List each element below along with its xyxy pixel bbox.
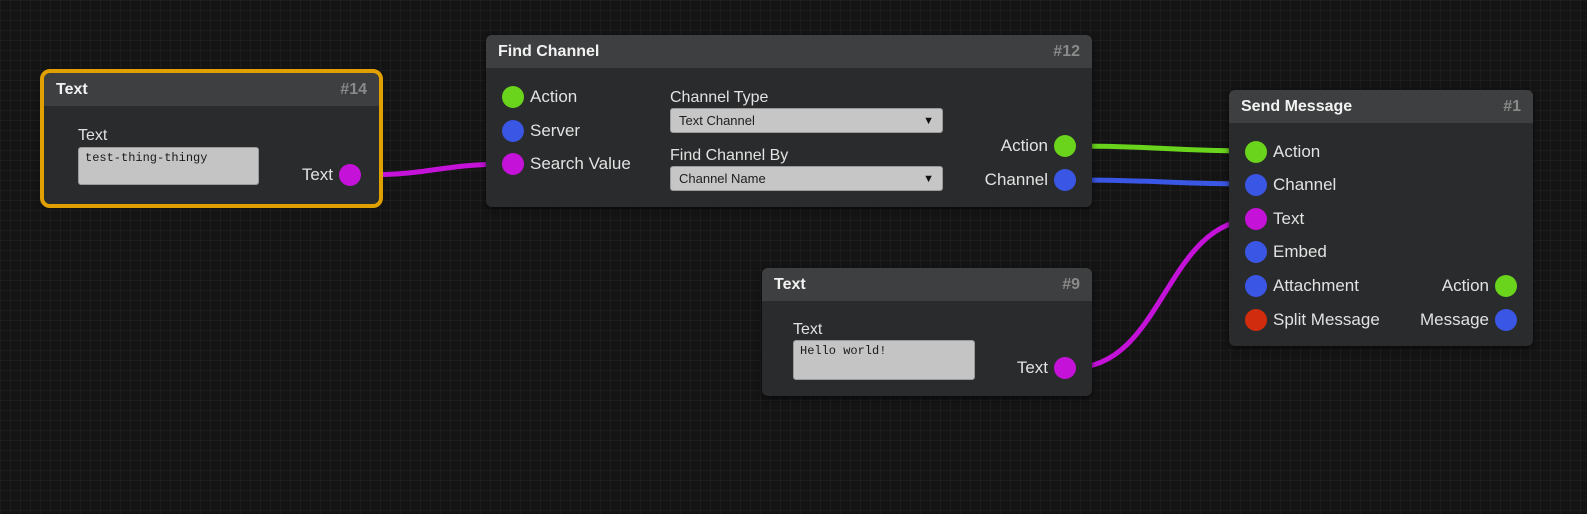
text-field-label: Text	[793, 321, 823, 338]
port-label: Embed	[1273, 242, 1327, 261]
select-value: Channel Name	[679, 171, 766, 186]
text-port-dot-icon[interactable]	[1245, 208, 1267, 230]
port-label: Channel	[1273, 175, 1337, 194]
port-label: Message	[1420, 310, 1489, 329]
port-label: Search Value	[530, 154, 631, 173]
node-id: #1	[1503, 97, 1521, 115]
action-port-dot-icon[interactable]	[1245, 141, 1267, 163]
input-port-server[interactable]: Server	[502, 120, 580, 142]
input-port-channel[interactable]: Channel	[1245, 174, 1336, 196]
port-label: Channel	[984, 170, 1048, 189]
text-field-label: Text	[78, 127, 108, 144]
node-id: #14	[340, 80, 367, 98]
input-port-action[interactable]: Action	[1245, 141, 1320, 163]
embed-port-dot-icon[interactable]	[1245, 241, 1267, 263]
node-header[interactable]: Find Channel #12	[486, 35, 1092, 68]
input-port-embed[interactable]: Embed	[1245, 241, 1327, 263]
action-port-dot-icon[interactable]	[502, 86, 524, 108]
node-title: Text	[56, 80, 88, 98]
send-message-node-1[interactable]: Send Message #1 Action Channel Text Embe…	[1229, 90, 1533, 346]
find-channel-by-select[interactable]: Channel Name ▼	[670, 166, 943, 191]
port-label: Action	[1441, 276, 1489, 295]
port-label: Action	[1273, 142, 1321, 161]
text-value-input[interactable]: test-thing-thingy	[78, 147, 259, 185]
text-port-dot-icon[interactable]	[1054, 357, 1076, 379]
channel-type-select[interactable]: Text Channel ▼	[670, 108, 943, 133]
node-header[interactable]: Send Message #1	[1229, 90, 1533, 123]
port-label: Action	[530, 87, 578, 106]
server-port-dot-icon[interactable]	[502, 120, 524, 142]
channel-port-dot-icon[interactable]	[1245, 174, 1267, 196]
port-label: Text	[1016, 358, 1048, 377]
action-port-dot-icon[interactable]	[1054, 135, 1076, 157]
node-id: #9	[1062, 275, 1080, 293]
node-graph-canvas[interactable]: Text #14 Text test-thing-thingy Text Fin…	[0, 0, 1587, 514]
output-port-text[interactable]: Text	[1017, 357, 1076, 379]
text-port-dot-icon[interactable]	[339, 164, 361, 186]
attachment-port-dot-icon[interactable]	[1245, 275, 1267, 297]
find-channel-node-12[interactable]: Find Channel #12 Action Server Search Va…	[486, 35, 1092, 207]
node-id: #12	[1053, 42, 1080, 60]
port-label: Split Message	[1273, 310, 1380, 329]
action-port-dot-icon[interactable]	[1495, 275, 1517, 297]
input-port-attachment[interactable]: Attachment	[1245, 275, 1359, 297]
channel-type-label: Channel Type	[670, 89, 769, 106]
node-header[interactable]: Text #14	[44, 73, 379, 106]
port-label: Server	[530, 121, 581, 140]
text-value-input[interactable]: Hello world!	[793, 340, 975, 380]
node-title: Text	[774, 275, 806, 293]
select-value: Text Channel	[679, 113, 755, 128]
input-port-split-message[interactable]: Split Message	[1245, 309, 1380, 331]
output-port-action[interactable]: Action	[1442, 275, 1517, 297]
port-label: Action	[1000, 136, 1048, 155]
output-port-channel[interactable]: Channel	[985, 169, 1076, 191]
node-title: Find Channel	[498, 42, 600, 60]
port-label: Attachment	[1273, 276, 1359, 295]
input-port-action[interactable]: Action	[502, 86, 577, 108]
text-node-14[interactable]: Text #14 Text test-thing-thingy Text	[40, 69, 383, 208]
output-port-action[interactable]: Action	[1001, 135, 1076, 157]
output-port-message[interactable]: Message	[1420, 309, 1517, 331]
search-value-port-dot-icon[interactable]	[502, 153, 524, 175]
port-label: Text	[301, 165, 333, 184]
port-label: Text	[1273, 209, 1305, 228]
split-message-port-dot-icon[interactable]	[1245, 309, 1267, 331]
output-port-text[interactable]: Text	[302, 164, 361, 186]
input-port-search-value[interactable]: Search Value	[502, 153, 631, 175]
find-channel-by-label: Find Channel By	[670, 147, 789, 164]
node-title: Send Message	[1241, 97, 1353, 115]
node-header[interactable]: Text #9	[762, 268, 1092, 301]
input-port-text[interactable]: Text	[1245, 208, 1304, 230]
channel-port-dot-icon[interactable]	[1054, 169, 1076, 191]
chevron-down-icon: ▼	[923, 172, 934, 185]
text-node-9[interactable]: Text #9 Text Hello world! Text	[762, 268, 1092, 396]
message-port-dot-icon[interactable]	[1495, 309, 1517, 331]
chevron-down-icon: ▼	[923, 114, 934, 127]
